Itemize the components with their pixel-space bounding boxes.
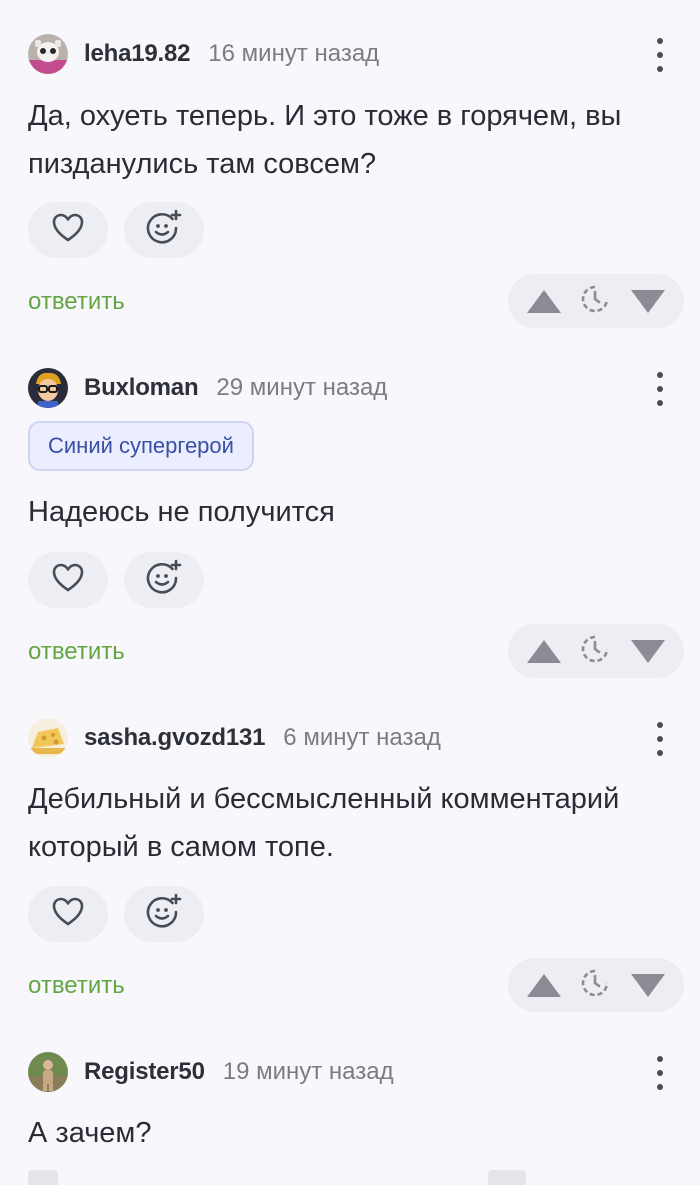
comment-header: Register50 19 минут назад [28,1052,394,1092]
save-later-button[interactable] [578,958,612,1012]
arrow-down-icon [631,973,665,997]
timestamp: 19 минут назад [222,1058,394,1085]
like-button[interactable] [28,1170,58,1185]
vote-bar [508,274,684,328]
avatar[interactable] [28,1052,68,1092]
more-vertical-icon[interactable] [646,722,674,756]
heart-icon [52,213,84,248]
vote-bar [508,958,684,1012]
more-vertical-icon[interactable] [646,38,674,72]
comment-text: Да, охуеть теперь. И это тоже в горячем,… [28,100,622,180]
downvote-button[interactable] [628,624,668,678]
upvote-button[interactable] [524,624,564,678]
add-reaction-button[interactable] [124,202,204,258]
more-vertical-icon[interactable] [646,372,674,406]
comment-text: Надеюсь не получится [28,496,335,528]
reply-link[interactable]: ответить [28,972,125,1000]
timestamp: 6 минут назад [283,724,441,751]
vote-bar [508,624,684,678]
like-button[interactable] [28,886,108,942]
more-vertical-icon[interactable] [646,1056,674,1090]
comment-header: sasha.gvozd131 6 минут назад [28,718,441,758]
smiley-add-icon [145,893,183,936]
add-reaction-button[interactable] [124,886,204,942]
user-badge[interactable]: Синий супергерой [28,421,254,471]
reply-link[interactable]: ответить [28,638,125,666]
smiley-add-icon [145,559,183,602]
arrow-down-icon [631,289,665,313]
username[interactable]: Buxloman [84,374,199,402]
save-later-button[interactable] [578,274,612,328]
heart-icon [52,897,84,932]
upvote-button[interactable] [524,958,564,1012]
comment-header: Buxloman 29 минут назад [28,368,387,408]
clock-icon [580,968,610,1003]
comment-header: leha19.82 16 минут назад [28,34,379,74]
avatar[interactable] [28,368,68,408]
downvote-button[interactable] [628,958,668,1012]
clock-icon [580,634,610,669]
upvote-button[interactable] [524,274,564,328]
username[interactable]: Register50 [84,1058,205,1086]
like-button[interactable] [28,552,108,608]
avatar[interactable] [28,34,68,74]
timestamp: 29 минут назад [216,374,388,401]
comment-text: А зачем? [28,1117,152,1149]
arrow-up-icon [527,639,561,663]
comment-text: Дебильный и бессмысленный комментарий ко… [28,783,620,863]
smiley-add-icon [145,209,183,252]
avatar[interactable] [28,718,68,758]
add-reaction-button[interactable] [488,1170,526,1185]
arrow-up-icon [527,973,561,997]
timestamp: 16 минут назад [208,40,380,67]
arrow-up-icon [527,289,561,313]
arrow-down-icon [631,639,665,663]
heart-icon [52,563,84,598]
add-reaction-button[interactable] [124,552,204,608]
clock-icon [580,284,610,319]
username[interactable]: leha19.82 [84,40,190,68]
save-later-button[interactable] [578,624,612,678]
downvote-button[interactable] [628,274,668,328]
reply-link[interactable]: ответить [28,288,125,316]
username[interactable]: sasha.gvozd131 [84,724,265,752]
like-button[interactable] [28,202,108,258]
